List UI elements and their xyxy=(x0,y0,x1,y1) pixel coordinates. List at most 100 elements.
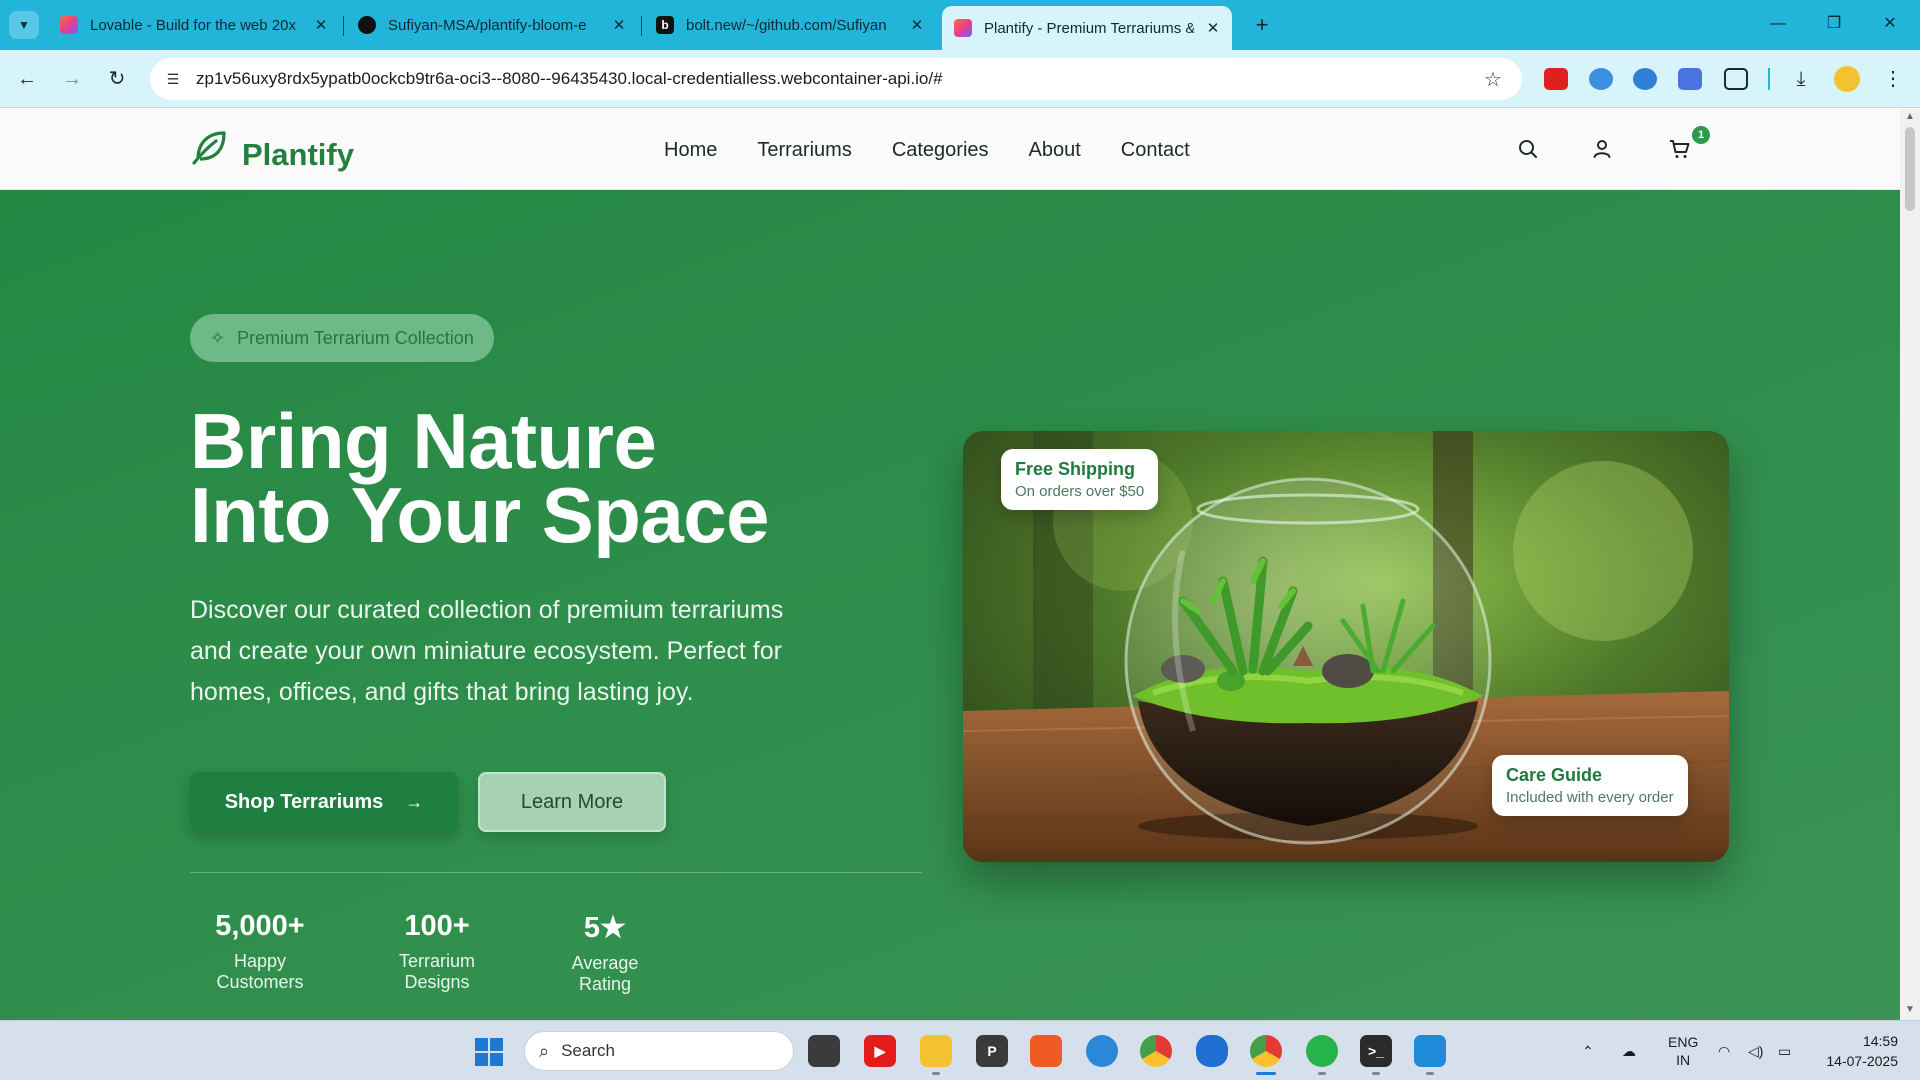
close-window-icon[interactable]: ✕ xyxy=(1870,10,1910,38)
collection-badge: ✧ Premium Terrarium Collection xyxy=(190,314,494,362)
extension-icon[interactable] xyxy=(1633,68,1657,90)
system-clock[interactable]: 14:59 14-07-2025 xyxy=(1808,1031,1898,1071)
clock-date: 14-07-2025 xyxy=(1826,1053,1898,1069)
restore-icon[interactable]: ❐ xyxy=(1814,10,1854,38)
free-shipping-subtitle: On orders over $50 xyxy=(1015,483,1145,500)
terminal-icon[interactable]: >_ xyxy=(1360,1035,1392,1067)
tab-title: bolt.new/~/github.com/Sufiyan xyxy=(686,16,887,34)
browser-toolbar: ← → ↻ ☰ zp1v56uxy8rdx5ypatb0ockcb9tr6a-o… xyxy=(0,50,1920,108)
hero-description: Discover our curated collection of premi… xyxy=(190,596,784,706)
sparkles-icon: ✧ xyxy=(210,327,226,348)
address-bar[interactable]: ☰ zp1v56uxy8rdx5ypatb0ockcb9tr6a-oci3--8… xyxy=(150,58,1522,100)
nav-contact[interactable]: Contact xyxy=(1121,139,1190,162)
tab-separator xyxy=(641,16,642,36)
tray-overflow-icon[interactable]: ⌃ xyxy=(1582,1021,1594,1081)
hero-title: Bring Nature Into Your Space xyxy=(190,402,950,554)
onedrive-tray-icon[interactable]: ☁ xyxy=(1622,1021,1636,1081)
stat-customers: 5,000+ Happy Customers xyxy=(190,910,330,993)
browser-menu-icon[interactable]: ⋮ xyxy=(1878,64,1908,94)
close-tab-icon[interactable]: ✕ xyxy=(1204,19,1222,37)
search-icon: ⌕ xyxy=(539,1040,550,1061)
youtube-extension-icon[interactable] xyxy=(1544,68,1568,90)
toolbar-divider xyxy=(1768,68,1770,90)
close-tab-icon[interactable]: ✕ xyxy=(312,16,330,34)
free-shipping-card: Free Shipping On orders over $50 xyxy=(1001,449,1159,510)
taskbar-search-box[interactable]: ⌕ Search xyxy=(524,1031,794,1071)
url-text[interactable]: zp1v56uxy8rdx5ypatb0ockcb9tr6a-oci3--808… xyxy=(196,69,1478,89)
profile-avatar[interactable] xyxy=(1834,66,1860,92)
hero-section: ✧ Premium Terrarium Collection Bring Nat… xyxy=(0,190,1900,1020)
back-arrow-icon[interactable]: ← xyxy=(12,64,42,94)
task-view-icon[interactable] xyxy=(808,1035,840,1067)
brave-browser-icon[interactable] xyxy=(1030,1035,1062,1067)
close-tab-icon[interactable]: ✕ xyxy=(908,16,926,34)
nav-terrariums[interactable]: Terrariums xyxy=(757,139,851,162)
chrome-icon[interactable] xyxy=(1140,1035,1172,1067)
cart-count-badge: 1 xyxy=(1692,126,1710,144)
vscode-icon[interactable] xyxy=(1414,1035,1446,1067)
language-code: ENG xyxy=(1668,1034,1699,1050)
file-explorer-icon[interactable] xyxy=(920,1035,952,1067)
brand-logo[interactable]: Plantify xyxy=(190,121,354,173)
brand-name: Plantify xyxy=(242,137,354,172)
page-scrollbar[interactable]: ▲ ▼ xyxy=(1900,109,1920,1020)
stat-label: Happy Customers xyxy=(216,951,304,992)
running-indicator xyxy=(1426,1072,1434,1075)
youtube-app-icon[interactable]: ▶ xyxy=(864,1035,896,1067)
reload-icon[interactable]: ↻ xyxy=(102,64,132,94)
scroll-down-icon[interactable]: ▼ xyxy=(1904,1004,1916,1015)
forward-arrow-icon[interactable]: → xyxy=(57,64,87,94)
nav-about[interactable]: About xyxy=(1029,139,1081,162)
leaf-logo-icon xyxy=(192,131,226,165)
learn-more-button[interactable]: Learn More xyxy=(478,772,666,832)
battery-icon[interactable]: ▭ xyxy=(1778,1021,1791,1081)
scroll-up-icon[interactable]: ▲ xyxy=(1904,111,1916,122)
weather-app-icon[interactable] xyxy=(1086,1035,1118,1067)
download-icon[interactable]: ⤓ xyxy=(1786,64,1816,94)
windows-start-icon[interactable] xyxy=(474,1037,504,1067)
cart-icon[interactable] xyxy=(1668,137,1692,161)
tab-separator xyxy=(343,16,344,36)
extensions-puzzle-icon[interactable] xyxy=(1724,68,1748,90)
chrome-profile-icon[interactable] xyxy=(1250,1035,1282,1067)
bookmark-star-icon[interactable]: ☆ xyxy=(1478,67,1508,92)
terrarium-hero-image: Free Shipping On orders over $50 Care Gu… xyxy=(963,431,1729,862)
tab-title: Sufiyan-MSA/plantify-bloom-e xyxy=(388,16,587,34)
tab-plantify[interactable]: Plantify - Premium Terrariums & ✕ xyxy=(942,6,1232,50)
search-icon[interactable] xyxy=(1516,137,1540,161)
translate-extension-icon[interactable] xyxy=(1678,68,1702,90)
arrow-right-icon: → xyxy=(405,791,424,812)
care-guide-subtitle: Included with every order xyxy=(1506,789,1674,806)
new-tab-button[interactable]: + xyxy=(1248,10,1276,40)
nav-categories[interactable]: Categories xyxy=(892,139,989,162)
app-p-icon[interactable]: P xyxy=(976,1035,1008,1067)
learn-more-label: Learn More xyxy=(520,790,624,813)
region-code: IN xyxy=(1676,1052,1691,1068)
site-info-icon[interactable]: ☰ xyxy=(160,66,186,92)
tab-github[interactable]: Sufiyan-MSA/plantify-bloom-e ✕ xyxy=(346,8,638,42)
nav-home[interactable]: Home xyxy=(664,139,717,162)
user-icon[interactable] xyxy=(1590,137,1614,161)
minimize-icon[interactable]: — xyxy=(1758,10,1798,38)
tab-bolt[interactable]: b bolt.new/~/github.com/Sufiyan ✕ xyxy=(644,8,936,42)
language-indicator[interactable]: ENG IN xyxy=(1668,1021,1698,1081)
extension-icon[interactable] xyxy=(1589,68,1613,90)
active-app-indicator xyxy=(1256,1072,1276,1075)
close-tab-icon[interactable]: ✕ xyxy=(610,16,628,34)
whatsapp-icon[interactable] xyxy=(1306,1035,1338,1067)
tab-search-button[interactable]: ▼ xyxy=(9,11,39,39)
stat-value: 100+ xyxy=(404,910,470,942)
stats-divider xyxy=(190,872,922,873)
wifi-icon[interactable]: ◠ xyxy=(1718,1021,1730,1081)
clock-time: 14:59 xyxy=(1862,1033,1898,1049)
running-indicator xyxy=(932,1072,940,1075)
tab-title: Plantify - Premium Terrariums & xyxy=(984,19,1194,37)
tab-lovable[interactable]: Lovable - Build for the web 20x ✕ xyxy=(48,8,340,42)
running-indicator xyxy=(1318,1072,1326,1075)
onedrive-icon[interactable] xyxy=(1196,1035,1228,1067)
lovable-favicon-icon xyxy=(60,16,78,34)
shop-terrariums-button[interactable]: Shop Terrariums → xyxy=(190,772,458,832)
scrollbar-thumb[interactable] xyxy=(1905,127,1915,211)
volume-icon[interactable]: ◁) xyxy=(1748,1021,1763,1081)
stat-label: Average Rating xyxy=(571,953,639,994)
